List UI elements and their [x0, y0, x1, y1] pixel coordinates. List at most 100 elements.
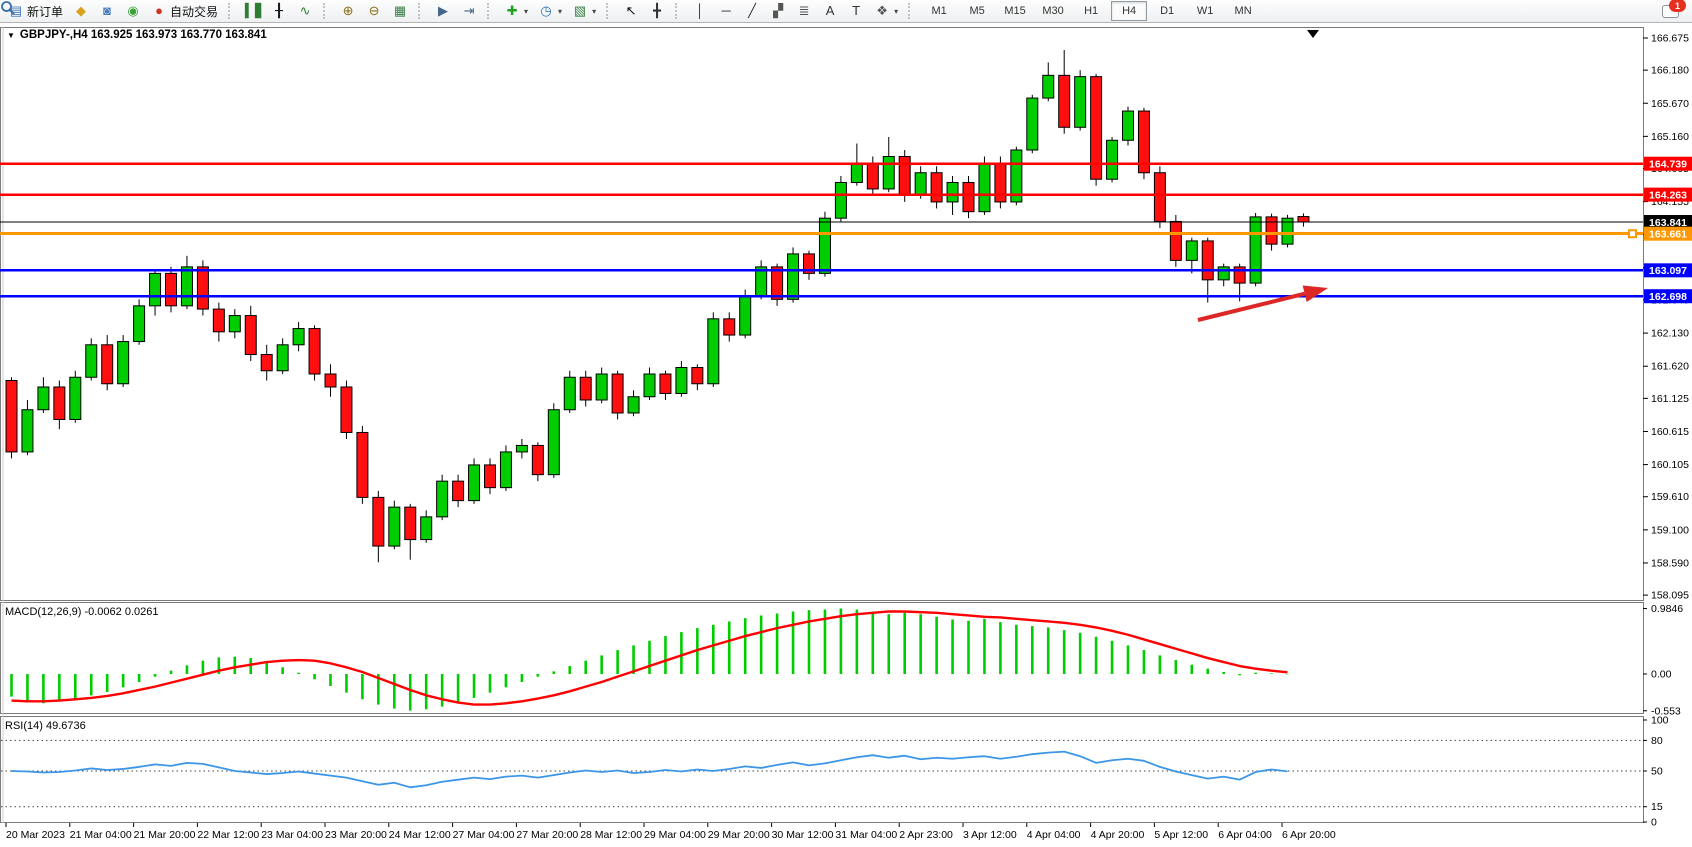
candle [1250, 217, 1261, 283]
timeframe-m1[interactable]: M1 [921, 1, 957, 21]
chevron-down-icon[interactable]: ▾ [592, 7, 596, 16]
auto-scroll-button[interactable]: ▶ [430, 0, 456, 22]
candle [1075, 77, 1086, 128]
price-chart-svg[interactable]: 166.675166.180165.670165.160164.665164.1… [0, 22, 1692, 847]
level-end-marker[interactable] [1629, 230, 1636, 237]
candle [835, 182, 846, 218]
cursor-tool-button[interactable]: ↖ [618, 0, 644, 22]
candle [437, 481, 448, 517]
toolbar-separator [606, 3, 613, 19]
notifications-button[interactable]: 1 [1662, 2, 1682, 20]
channel-tool-button[interactable]: ▞ [765, 0, 791, 22]
timeframe-m30[interactable]: M30 [1035, 1, 1071, 21]
timeframe-m15[interactable]: M15 [997, 1, 1033, 21]
timeframe-d1[interactable]: D1 [1149, 1, 1185, 21]
chart-window[interactable]: 166.675166.180165.670165.160164.665164.1… [0, 22, 1692, 847]
candle [1186, 241, 1197, 260]
community-icon: ◙ [99, 3, 115, 19]
zoom-out-icon: ⊖ [366, 3, 382, 19]
chevron-down-icon[interactable]: ▾ [524, 7, 528, 16]
tile-windows-icon: ▦ [392, 3, 408, 19]
symbol-dropdown-arrow[interactable]: ▼ [7, 31, 15, 40]
candle [995, 163, 1006, 202]
candle [485, 465, 496, 488]
timeframe-w1[interactable]: W1 [1187, 1, 1223, 21]
candle [660, 374, 671, 393]
templates-button[interactable]: ▧▾ [567, 0, 601, 22]
cursor-icon: ↖ [623, 3, 639, 19]
candle [118, 342, 129, 384]
rsi-line [12, 752, 1288, 788]
price-tick-label: 160.105 [1651, 459, 1689, 471]
label-tool-button[interactable]: T [843, 0, 869, 22]
candle [628, 397, 639, 413]
chevron-down-icon[interactable]: ▾ [558, 7, 562, 16]
candle [1059, 75, 1070, 127]
x-axis-label: 5 Apr 12:00 [1154, 829, 1208, 841]
candle [915, 173, 926, 196]
candle [1043, 75, 1054, 98]
toolbar-separator [228, 3, 235, 19]
candlestick-mode-button[interactable]: ╂ [266, 0, 292, 22]
chart-shift-button[interactable]: ⇥ [456, 0, 482, 22]
candle [564, 377, 575, 409]
horizontal-line-tool-button[interactable]: ─ [713, 0, 739, 22]
candle [772, 267, 783, 299]
price-alert-button[interactable]: ◆ [68, 0, 94, 22]
vertical-line-tool-button[interactable]: │ [687, 0, 713, 22]
toolbar-group: ↖╋ [615, 0, 673, 22]
price-badge-label: 164.739 [1649, 159, 1687, 171]
signals-button[interactable]: ◉ [120, 0, 146, 22]
x-axis-label: 6 Apr 04:00 [1218, 829, 1272, 841]
bar-shift-marker-icon[interactable] [1307, 30, 1319, 38]
candle [1154, 173, 1165, 222]
candle [532, 445, 543, 474]
periods-button[interactable]: ◷▾ [533, 0, 567, 22]
template-icon: ▧ [572, 3, 588, 19]
candle [229, 316, 240, 332]
candle [150, 273, 161, 305]
crosshair-tool-button[interactable]: ╋ [644, 0, 670, 22]
price-tick-label: 165.670 [1651, 98, 1689, 110]
x-axis-label: 23 Mar 20:00 [325, 829, 387, 841]
zoom-in-button[interactable]: ⊕ [335, 0, 361, 22]
candle [851, 163, 862, 182]
candle [213, 309, 224, 332]
annotation-arrow-line[interactable] [1198, 294, 1305, 320]
rsi-tick-label: 80 [1651, 735, 1663, 747]
candle [325, 374, 336, 387]
arrows-tool-button[interactable]: ❖▾ [869, 0, 903, 22]
toolbar-separator [487, 3, 494, 19]
candle [979, 163, 990, 212]
autotrade-button[interactable]: ●自动交易 [146, 0, 223, 22]
toolbar-separator [675, 3, 682, 19]
candle [947, 182, 958, 201]
timeframe-h4[interactable]: H4 [1111, 1, 1147, 21]
macd-tick-label: 0.00 [1651, 669, 1672, 681]
timeframe-m5[interactable]: M5 [959, 1, 995, 21]
fibonacci-tool-button[interactable]: ≣ [791, 0, 817, 22]
line-chart-mode-button[interactable]: ∿ [292, 0, 318, 22]
candle [596, 374, 607, 400]
annotation-arrow-head[interactable] [1303, 285, 1328, 302]
x-axis-label: 2 Apr 23:00 [899, 829, 953, 841]
candle [819, 218, 830, 273]
community-button[interactable]: ◙ [94, 0, 120, 22]
trendline-tool-button[interactable]: ╱ [739, 0, 765, 22]
timeframe-mn[interactable]: MN [1225, 1, 1261, 21]
zoom-out-button[interactable]: ⊖ [361, 0, 387, 22]
add-indicator-icon: ✚ [504, 3, 520, 19]
x-axis-label: 28 Mar 12:00 [580, 829, 642, 841]
candle [261, 355, 272, 371]
tile-windows-button[interactable]: ▦ [387, 0, 413, 22]
indicators-button[interactable]: ✚▾ [499, 0, 533, 22]
bar-chart-mode-button[interactable]: ▍▋ [240, 0, 266, 22]
x-axis-label: 29 Mar 04:00 [644, 829, 706, 841]
candle [516, 445, 527, 451]
price-tick-label: 165.160 [1651, 131, 1689, 143]
candle [692, 368, 703, 384]
chevron-down-icon[interactable]: ▾ [894, 7, 898, 16]
timeframe-h1[interactable]: H1 [1073, 1, 1109, 21]
text-tool-button[interactable]: A [817, 0, 843, 22]
toolbar-group: │─╱▞≣AT❖▾ [684, 0, 906, 22]
